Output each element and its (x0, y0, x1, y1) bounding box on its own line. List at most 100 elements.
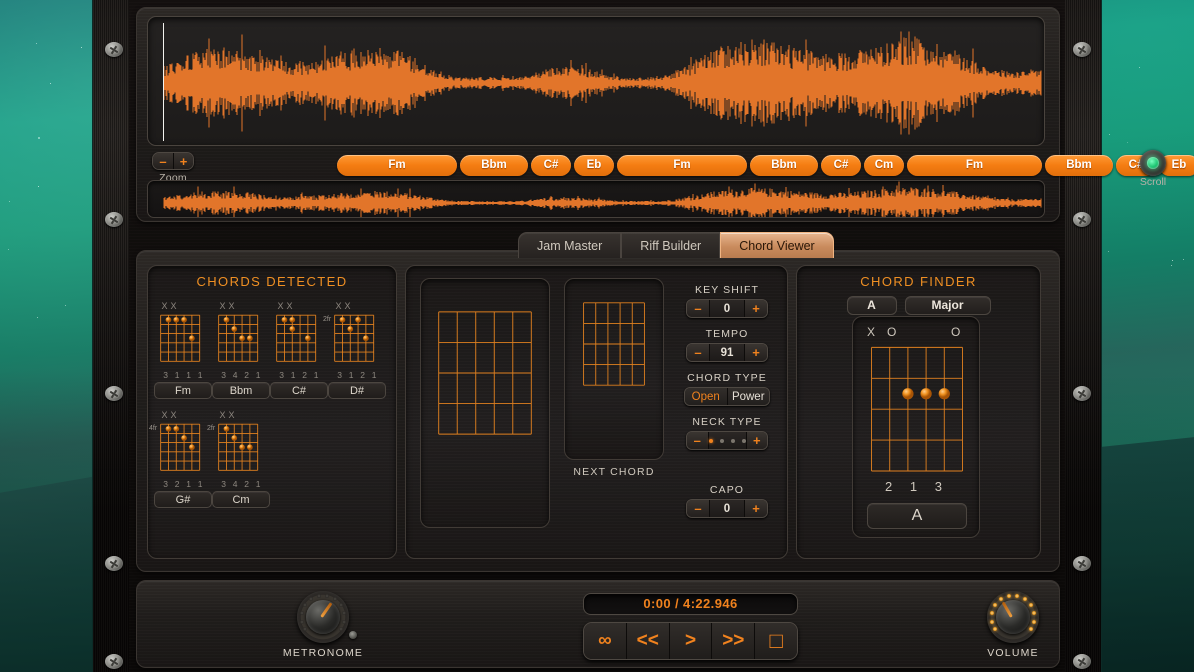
capo-minus-button[interactable]: – (687, 500, 709, 517)
detected-chord-cell[interactable]: XX 3 1 1 1 Fm (154, 301, 212, 399)
volume-control: VOLUME (963, 589, 1063, 659)
knob-led-icon (299, 619, 304, 624)
frame-screw (105, 42, 123, 57)
detected-chord-name-button[interactable]: Bbm (212, 382, 270, 399)
detected-chord-name-button[interactable]: G# (154, 491, 212, 508)
neck-type-dot[interactable] (719, 438, 724, 443)
chord-finder-chord-name: A (867, 503, 967, 529)
key-shift-plus-button[interactable]: + (745, 300, 767, 317)
chord-type-power-button[interactable]: Power (726, 388, 769, 405)
neck-type-indicator[interactable] (707, 432, 747, 449)
playhead-cursor[interactable] (163, 23, 164, 141)
chord-finder-root-button[interactable]: A (846, 296, 897, 315)
tab-bar: Jam Master Riff Builder Chord Viewer (518, 232, 834, 258)
mute-marker: X (170, 301, 177, 311)
metronome-knob[interactable] (297, 591, 349, 643)
knob-led-icon (325, 593, 330, 598)
chord-diagram-graphic (160, 423, 201, 471)
chord-finder-diagram (871, 346, 963, 472)
chord-timeline-chip[interactable]: Fm (337, 155, 457, 176)
chord-timeline-chip[interactable]: Bbm (750, 155, 818, 176)
chord-timeline-chip[interactable]: Eb (574, 155, 614, 176)
detected-chord-name-button[interactable]: Cm (212, 491, 270, 508)
capo-plus-button[interactable]: + (745, 500, 767, 517)
detected-chord-name-button[interactable]: D# (328, 382, 386, 399)
chord-finder-quality-button[interactable]: Major (904, 296, 991, 315)
zoom-in-button[interactable]: + (173, 153, 193, 169)
tempo-minus-button[interactable]: – (687, 344, 709, 361)
knob-led-icon (1023, 597, 1028, 602)
neck-type-dot[interactable] (730, 438, 735, 443)
stop-button[interactable]: □ (754, 623, 797, 659)
playhead-line (163, 82, 183, 84)
zoom-out-button[interactable]: – (153, 153, 173, 169)
chord-timeline-chip[interactable]: Fm (907, 155, 1042, 176)
knob-led-icon (1028, 603, 1033, 608)
fret-position-label: 2fr (323, 316, 332, 323)
chord-timeline-chip[interactable]: Bbm (460, 155, 528, 176)
play-button[interactable]: > (668, 623, 712, 659)
knob-led-icon (303, 603, 307, 608)
knob-led-icon (989, 619, 994, 624)
next-chord-display[interactable] (564, 278, 664, 460)
capo-control: CAPO – 0 + (672, 484, 782, 518)
detected-chord-name-button[interactable]: C# (270, 382, 328, 399)
waveform-display[interactable] (147, 16, 1045, 146)
star (1171, 259, 1173, 261)
chord-fingering: 3 1 2 1 (337, 370, 379, 380)
detected-chord-cell[interactable]: X X 2fr 3 1 2 1 D# (323, 301, 386, 399)
chord-timeline-chip[interactable]: Bbm (1045, 155, 1113, 176)
detected-chord-cell[interactable]: X X 2fr 3 4 2 1 Cm (207, 410, 270, 508)
next-chord-section: NEXT CHORD (564, 278, 664, 478)
current-chord-display[interactable] (420, 278, 550, 528)
string-mute-markers: XX (154, 410, 212, 421)
chord-type-control: CHORD TYPE Open Power (672, 372, 782, 406)
chords-detected-title: CHORDS DETECTED (196, 274, 348, 289)
chord-finder-diagram-card[interactable]: XOO 2 1 3 A (852, 316, 980, 538)
neck-type-minus-button[interactable]: – (687, 432, 708, 449)
chord-fingering: 3 4 2 1 (221, 479, 263, 489)
rewind-button[interactable]: << (625, 623, 669, 659)
volume-knob[interactable] (987, 591, 1039, 643)
metronome-control: METRONOME (273, 589, 373, 659)
loop-button[interactable]: ∞ (584, 623, 626, 659)
tab-jam-master[interactable]: Jam Master (518, 232, 622, 258)
chord-timeline-chip[interactable]: C# (531, 155, 571, 176)
neck-type-label: NECK TYPE (692, 416, 762, 428)
tab-chord-viewer[interactable]: Chord Viewer (720, 232, 834, 258)
detected-chord-cell[interactable]: XX 3 4 2 1 Bbm (212, 301, 270, 399)
mute-marker: X (170, 410, 177, 420)
star (37, 185, 39, 187)
tempo-plus-button[interactable]: + (745, 344, 767, 361)
string-mute-markers: XX (154, 301, 212, 312)
tab-riff-builder[interactable]: Riff Builder (621, 232, 721, 258)
frame-screw (105, 386, 123, 401)
waveform-overview[interactable] (147, 180, 1045, 218)
knob-led-icon (1006, 593, 1011, 598)
chord-timeline-chip[interactable]: C# (821, 155, 861, 176)
knob-led-icon (989, 611, 994, 616)
scroll-toggle-button[interactable] (1140, 150, 1166, 176)
window-frame-left (93, 0, 129, 672)
detected-chord-cell[interactable]: X X 4fr 3 2 1 1 G# (149, 410, 212, 508)
chord-fingering: 3 2 1 1 (163, 479, 205, 489)
neck-type-plus-button[interactable]: + (746, 432, 767, 449)
neck-type-dot[interactable] (741, 438, 746, 443)
chord-timeline-chip[interactable]: Fm (617, 155, 747, 176)
key-shift-value: 0 (709, 300, 745, 317)
neck-type-dot[interactable] (708, 438, 713, 443)
frame-screw (1073, 42, 1091, 57)
capo-label: CAPO (709, 484, 745, 496)
detected-chord-name-button[interactable]: Fm (154, 382, 212, 399)
chord-finder-fingering: 2 1 3 (885, 479, 949, 494)
key-shift-minus-button[interactable]: – (687, 300, 709, 317)
forward-button[interactable]: >> (711, 623, 755, 659)
chord-finder-string-marker: O (887, 325, 897, 339)
chord-timeline: Fm Bbm C# Eb Fm Bbm C# Cm Fm Bbm C# Eb (337, 155, 1194, 177)
detected-chord-cell[interactable]: XX 3 1 2 1 C# (270, 301, 328, 399)
string-mute-markers: XX (270, 301, 328, 312)
chord-finder-title: CHORD FINDER (860, 274, 977, 289)
star (1107, 251, 1109, 253)
chord-timeline-chip[interactable]: Cm (864, 155, 904, 176)
chord-type-open-button[interactable]: Open (685, 388, 727, 405)
